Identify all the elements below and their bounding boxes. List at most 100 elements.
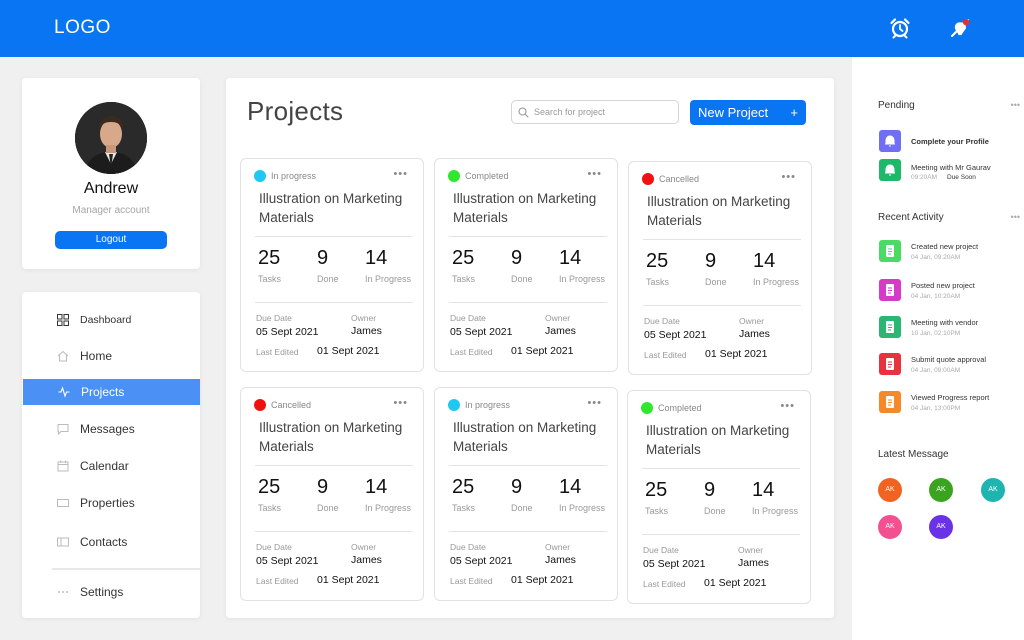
clipboard-icon (879, 240, 901, 262)
activity-text[interactable]: Meeting with vendor (911, 318, 978, 327)
last-edited-value: 01 Sept 2021 (705, 348, 768, 360)
stat-tasks: 25 Tasks (646, 250, 669, 287)
activity-text[interactable]: Submit quote approval (911, 355, 986, 364)
stat-done: 9 Done (511, 476, 533, 513)
stat-tasks: 25 Tasks (452, 247, 475, 284)
stat-value: 25 (452, 476, 475, 498)
stat-value: 14 (753, 250, 776, 272)
project-card[interactable]: Cancelled ••• Illustration on Marketing … (628, 161, 812, 375)
due-date-value: 05 Sept 2021 (643, 558, 706, 570)
search-input[interactable] (534, 104, 674, 120)
message-avatar[interactable]: AK (929, 478, 953, 502)
last-edited-label: Last Edited (644, 350, 687, 360)
activity-text[interactable]: Created new project (911, 242, 978, 251)
divider (449, 302, 607, 303)
project-card[interactable]: Completed ••• Illustration on Marketing … (434, 158, 618, 372)
activity-time: 04 Jan, 09:20AM (911, 254, 961, 261)
sidebar-item-messages[interactable]: Messages (22, 416, 200, 442)
status-dot (642, 173, 654, 185)
activity-text[interactable]: Viewed Progress report (911, 393, 989, 402)
last-edited-value: 01 Sept 2021 (317, 574, 380, 586)
owner-value: James (545, 325, 576, 337)
more-options-icon[interactable]: ••• (393, 168, 408, 180)
more-options-icon[interactable]: ••• (587, 397, 602, 409)
message-avatar[interactable]: AK (981, 478, 1005, 502)
project-card[interactable]: Completed ••• Illustration on Marketing … (627, 390, 811, 604)
more-options-icon[interactable]: ••• (780, 400, 795, 412)
status-badge: Cancelled (271, 400, 312, 410)
sidebar-item-settings[interactable]: Settings (22, 579, 200, 605)
message-avatar[interactable]: AK (878, 478, 902, 502)
alarm-clock-icon[interactable] (888, 16, 912, 40)
pending-item-status: Due Soon (947, 174, 976, 181)
due-date-label: Due Date (450, 542, 486, 552)
clipboard-icon (879, 391, 901, 413)
project-card[interactable]: Cancelled ••• Illustration on Marketing … (240, 387, 424, 601)
sidebar-item-label: Settings (80, 585, 124, 599)
stat-value: 9 (705, 250, 717, 272)
stat-value: 14 (365, 476, 388, 498)
owner-label: Owner (738, 545, 764, 555)
stat-in-progress: 14 In Progress (752, 479, 798, 516)
sidebar-item-dashboard[interactable]: Dashboard (22, 307, 200, 333)
microphone-icon (879, 316, 901, 338)
stat-in-progress: 14 In Progress (365, 476, 411, 513)
status-badge: Completed (465, 171, 509, 181)
logo[interactable]: LOGO (54, 17, 111, 39)
stat-value: 25 (258, 476, 281, 498)
more-options-icon[interactable]: ••• (587, 168, 602, 180)
message-avatar[interactable]: AK (878, 515, 902, 539)
status-dot (448, 399, 460, 411)
stat-value: 14 (559, 476, 582, 498)
message-avatar[interactable]: AK (929, 515, 953, 539)
message-icon (57, 424, 69, 435)
new-project-button[interactable]: New Project + (690, 100, 806, 125)
contacts-icon (57, 537, 69, 547)
due-date-label: Due Date (256, 542, 292, 552)
more-options-icon[interactable]: ••• (393, 397, 408, 409)
activity-text[interactable]: Posted new project (911, 281, 975, 290)
stat-label: Done (317, 503, 339, 513)
sidebar-item-contacts[interactable]: Contacts (22, 529, 200, 555)
pending-item-text[interactable]: Complete your Profile (911, 137, 989, 146)
stat-done: 9 Done (705, 250, 727, 287)
stat-label: In Progress (559, 274, 606, 284)
project-card[interactable]: In progress ••• Illustration on Marketin… (434, 387, 618, 601)
pending-item-time: 09:20AM (911, 174, 938, 181)
divider (449, 531, 607, 532)
logout-button[interactable]: Logout (55, 231, 167, 249)
divider (255, 531, 413, 532)
due-date-value: 05 Sept 2021 (256, 326, 319, 338)
sidebar-item-calendar[interactable]: Calendar (22, 453, 200, 479)
stat-label: Tasks (452, 503, 476, 513)
notification-off-icon[interactable] (948, 16, 972, 40)
nav-divider (52, 568, 200, 570)
status-badge: In progress (271, 171, 317, 181)
more-options-icon[interactable]: ••• (781, 171, 796, 183)
activity-time: 10 Jan, 02:10PM (911, 330, 961, 337)
sidebar-item-properties[interactable]: Properties (22, 490, 200, 516)
stat-in-progress: 14 In Progress (365, 247, 411, 284)
right-panel: Pending ••• Complete your Profile Meetin… (852, 57, 1024, 640)
home-icon (57, 350, 69, 362)
project-title: Illustration on Marketing Materials (259, 191, 403, 225)
owner-value: James (351, 554, 382, 566)
owner-label: Owner (739, 316, 765, 326)
project-card[interactable]: In progress ••• Illustration on Marketin… (240, 158, 424, 372)
sidebar-item-home[interactable]: Home (22, 343, 200, 369)
sidebar-item-label: Properties (80, 496, 135, 510)
sidebar-item-projects[interactable]: Projects (23, 379, 200, 405)
last-edited-value: 01 Sept 2021 (511, 345, 574, 357)
status-badge: In progress (465, 400, 511, 410)
pending-item-text[interactable]: Meeting with Mr Gaurav (911, 163, 991, 172)
divider (255, 465, 413, 466)
pending-more-icon[interactable]: ••• (1011, 100, 1020, 110)
avatar[interactable] (75, 102, 147, 174)
activity-time: 04 Jan, 09:00AM (911, 367, 961, 374)
stat-done: 9 Done (704, 479, 726, 516)
search-box[interactable] (511, 100, 679, 124)
last-edited-label: Last Edited (256, 347, 299, 357)
due-date-value: 05 Sept 2021 (644, 329, 707, 341)
activity-more-icon[interactable]: ••• (1011, 212, 1020, 222)
divider (643, 305, 801, 306)
